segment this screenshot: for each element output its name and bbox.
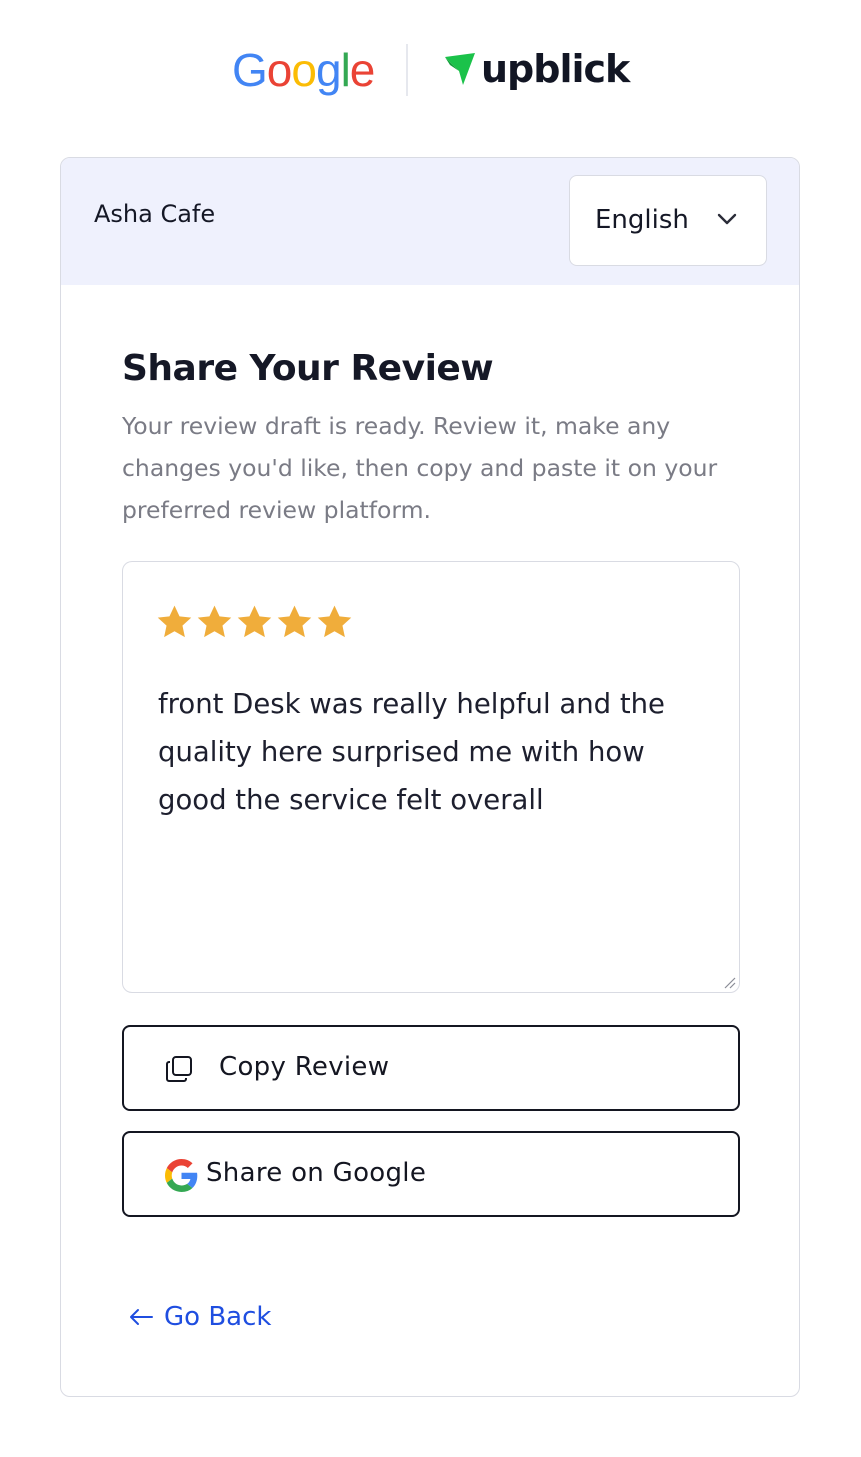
google-logo-letter: o bbox=[291, 44, 317, 96]
go-back-link[interactable]: Go Back bbox=[128, 1302, 271, 1332]
copy-icon bbox=[166, 1056, 192, 1082]
review-text[interactable]: front Desk was really helpful and the qu… bbox=[158, 680, 718, 824]
star-icon[interactable] bbox=[235, 603, 274, 642]
review-card: Asha Cafe English Share Your Review Your… bbox=[60, 157, 800, 1397]
language-selected-value: English bbox=[595, 205, 689, 235]
logo-divider bbox=[406, 44, 408, 96]
google-g-icon bbox=[165, 1159, 198, 1192]
star-icon[interactable] bbox=[155, 603, 194, 642]
go-back-label: Go Back bbox=[164, 1302, 272, 1332]
share-on-google-label: Share on Google bbox=[206, 1158, 427, 1188]
copy-review-button[interactable]: Copy Review bbox=[122, 1025, 740, 1111]
google-logo-letter: g bbox=[315, 44, 342, 96]
logo-bar: Google upblick bbox=[0, 40, 861, 100]
card-header: Asha Cafe English bbox=[61, 158, 799, 285]
google-logo: Google bbox=[232, 40, 376, 100]
copy-review-label: Copy Review bbox=[219, 1052, 390, 1082]
page-description: Your review draft is ready. Review it, m… bbox=[122, 412, 718, 524]
page-title: Share Your Review bbox=[122, 348, 494, 389]
google-logo-letter: G bbox=[232, 44, 268, 96]
google-logo-letter: e bbox=[349, 44, 376, 96]
review-editor[interactable]: front Desk was really helpful and the qu… bbox=[122, 561, 740, 993]
google-logo-letter: l bbox=[340, 44, 351, 96]
resize-handle-icon[interactable] bbox=[722, 975, 736, 989]
language-select[interactable]: English bbox=[569, 175, 767, 266]
share-on-google-button[interactable]: Share on Google bbox=[122, 1131, 740, 1217]
arrow-left-icon bbox=[130, 1309, 153, 1325]
star-icon[interactable] bbox=[195, 603, 234, 642]
star-icon[interactable] bbox=[275, 603, 314, 642]
star-icon[interactable] bbox=[315, 603, 354, 642]
upblick-wordmark: upblick bbox=[481, 47, 630, 91]
google-logo-letter: o bbox=[266, 44, 293, 96]
business-name: Asha Cafe bbox=[94, 200, 216, 228]
upblick-logo: upblick bbox=[443, 44, 630, 94]
star-rating[interactable] bbox=[155, 603, 354, 642]
upblick-arrow-icon bbox=[445, 53, 475, 85]
chevron-down-icon bbox=[717, 213, 737, 225]
